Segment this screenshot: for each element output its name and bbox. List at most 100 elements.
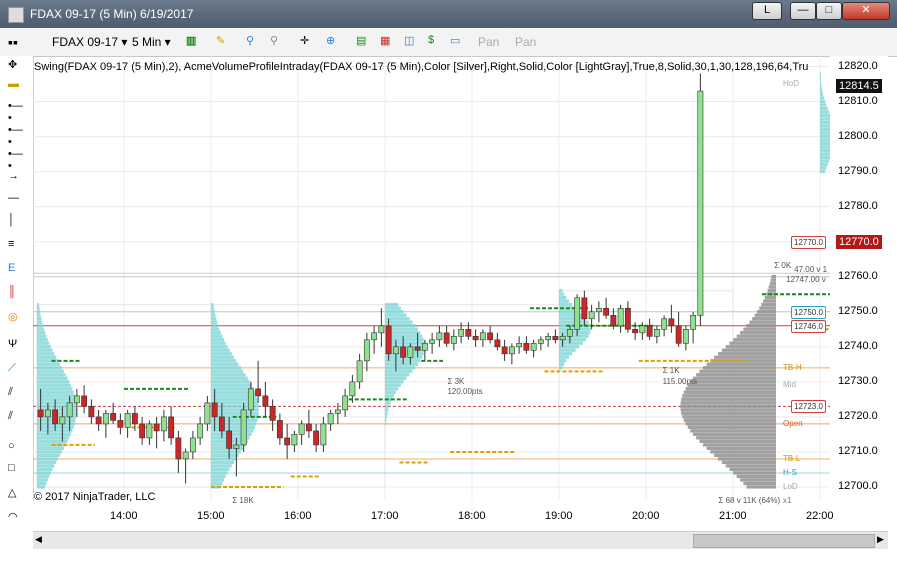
pan-button-2[interactable]: Pan — [515, 34, 536, 50]
volume-profile-bar — [820, 169, 826, 174]
instrument-selector[interactable]: FDAX 09-17 ▾ — [52, 34, 127, 50]
candle-body — [690, 314, 697, 330]
volume-profile-bar — [37, 366, 62, 370]
volume-profile-bar — [385, 404, 390, 408]
extended-line-icon[interactable]: •—• — [8, 148, 26, 172]
session-volume-profile-bar — [710, 450, 776, 454]
interval-label: 5 Min — [132, 35, 162, 49]
minimize-button[interactable]: — — [790, 2, 816, 20]
candle-body — [566, 329, 573, 337]
ruler-icon[interactable]: ▬ — [8, 78, 26, 94]
volume-profile-bar — [211, 380, 250, 384]
time-axis[interactable]: 14:00 15:00 16:00 17:00 18:00 19:00 20:00 21:00… — [33, 501, 834, 531]
volume-profile-bar — [37, 436, 70, 440]
session-volume-profile-bar — [683, 418, 776, 422]
volume-profile-bar — [385, 415, 387, 419]
regression-channel-icon[interactable]: ⫽ — [8, 386, 26, 402]
volume-profile-bar — [37, 317, 42, 321]
ray-icon[interactable]: •—• — [8, 124, 26, 148]
volume-profile-bar — [211, 331, 221, 335]
volume-profile-bar — [559, 292, 565, 296]
session-volume-profile-bar — [681, 397, 776, 401]
indicators-icon[interactable]: ▤ — [356, 34, 372, 50]
candle-body — [429, 339, 436, 344]
candle-body — [110, 413, 117, 421]
volume-profile-bar — [820, 78, 821, 83]
volume-profile-bar — [385, 418, 387, 422]
candle-body — [175, 437, 182, 460]
volume-profile-bar — [37, 485, 46, 489]
candle-body — [153, 423, 160, 432]
volume-profile-bar — [37, 355, 57, 359]
session-volume-profile-bar — [759, 306, 776, 310]
fib-circle-icon[interactable]: ◎ — [8, 310, 26, 326]
line-icon[interactable]: •—• — [8, 100, 26, 124]
candle-body — [508, 346, 515, 355]
volume-profile-bar — [820, 82, 822, 86]
close-button[interactable]: ✕ — [842, 2, 890, 20]
data-box-icon[interactable]: ▭ — [450, 34, 466, 50]
price-chart[interactable] — [33, 56, 830, 501]
remove-draw-icon[interactable]: ⚲ — [270, 34, 286, 50]
rectangle-icon[interactable]: □ — [8, 462, 26, 478]
chart-menu-icon[interactable]: ▪▪ — [8, 34, 24, 50]
arc-icon[interactable]: ◠ — [8, 510, 26, 526]
properties-icon[interactable]: ◫ — [404, 34, 420, 50]
ellipse-icon[interactable]: ○ — [8, 440, 26, 456]
session-volume-profile-bar — [685, 422, 776, 426]
candle-body — [414, 346, 421, 351]
volume-profile-bar — [37, 352, 55, 356]
interval-selector[interactable]: 5 Min ▾ — [132, 34, 171, 50]
horizontal-line-icon[interactable]: — — [8, 192, 26, 208]
volume-profile-bar — [385, 401, 391, 405]
drawing-pencil-icon[interactable]: ✎ — [216, 34, 232, 50]
price-tick-label: 12710.0 — [838, 444, 878, 457]
pan-button-1[interactable]: Pan — [478, 34, 499, 50]
maximize-button[interactable]: □ — [816, 2, 842, 20]
link-button[interactable]: L — [752, 2, 782, 20]
draw-cursor-icon[interactable]: ✥ — [8, 58, 26, 74]
level-note: TB-H — [783, 362, 802, 372]
arrow-line-icon[interactable]: → — [8, 170, 26, 186]
price-tick-label: 12720.0 — [838, 409, 878, 422]
zoom-icon[interactable]: ⊕ — [326, 34, 342, 50]
candle-body — [262, 395, 269, 407]
horizontal-scrollbar[interactable]: ◀ ▶ — [33, 531, 888, 549]
session-volume-profile-bar — [693, 432, 776, 436]
andrews-pitchfork-icon[interactable]: Ψ — [8, 338, 26, 354]
volume-profile-bar — [820, 71, 821, 76]
candle-body — [371, 332, 378, 341]
session-volume-profile-bar — [752, 317, 776, 321]
triangle-icon[interactable]: △ — [8, 486, 26, 502]
candle-body — [610, 314, 617, 327]
candle-body — [639, 325, 646, 334]
level-note: Open — [783, 418, 803, 428]
volume-profile-bar — [37, 453, 60, 458]
volume-profile-bar — [211, 376, 248, 380]
strategies-icon[interactable]: ▦ — [380, 34, 396, 50]
chart-trader-icon[interactable]: $ — [428, 34, 444, 50]
session-volume-profile-bar — [717, 352, 776, 356]
volume-profile-bar — [211, 422, 257, 426]
scroll-left-icon[interactable]: ◀ — [35, 534, 42, 545]
price-axis[interactable]: 12700.0 12710.0 12720.0 12730.0 12740.0 12750… — [830, 56, 888, 501]
candle-body — [349, 381, 356, 397]
gann-fan-icon[interactable]: ⟋ — [8, 362, 26, 378]
volume-profile-bar — [37, 362, 60, 366]
candle-body — [327, 413, 334, 425]
price-tick-label: 12790.0 — [838, 164, 878, 177]
volume-profile-bar — [559, 345, 580, 349]
vertical-line-icon[interactable]: │ — [8, 214, 26, 230]
crosshair-icon[interactable]: ✛ — [300, 34, 316, 50]
scroll-right-icon[interactable]: ▶ — [877, 534, 884, 545]
scrollbar-thumb[interactable] — [693, 534, 875, 548]
volume-profile-bar — [559, 359, 567, 363]
fib-extension-icon[interactable]: E — [8, 262, 26, 278]
bar-type-icon[interactable]: ▥ — [186, 34, 202, 50]
trend-channel-icon[interactable]: ⫽ — [8, 410, 26, 426]
fib-time-icon[interactable]: ║ — [8, 286, 26, 302]
stay-in-draw-icon[interactable]: ⚲ — [246, 34, 262, 50]
window-titlebar: FDAX 09-17 (5 Min) 6/19/2017 L — □ ✕ — [0, 0, 897, 28]
fib-retracement-icon[interactable]: ≡ — [8, 238, 26, 254]
volume-profile-bar — [385, 380, 404, 384]
